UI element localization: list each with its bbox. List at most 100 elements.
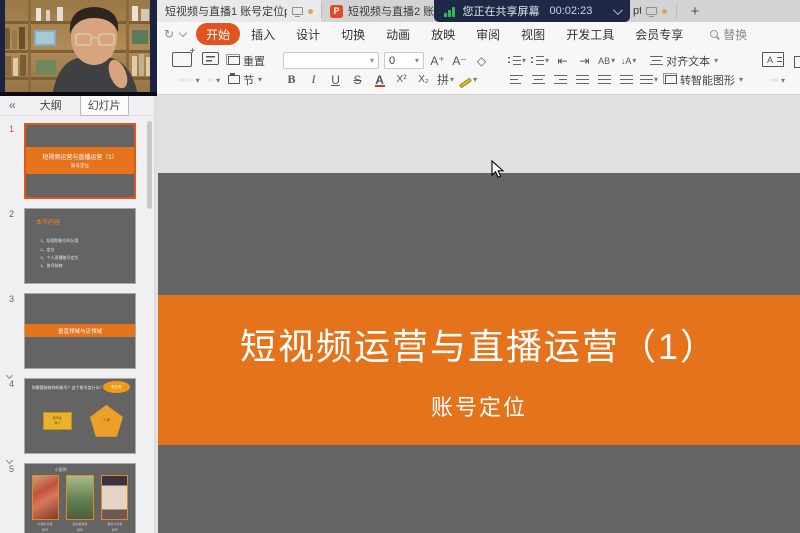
superscript-button[interactable]: X²: [393, 71, 410, 88]
ribbon-tab-slideshow[interactable]: 放映: [421, 23, 465, 45]
thumbnail-canvas[interactable]: 小案例 好物分享类账号 运动健身类账号 美妆分享类账号: [24, 463, 136, 533]
tab-slides[interactable]: 幻灯片: [80, 95, 129, 116]
align-right-button[interactable]: [552, 71, 569, 88]
subscript-button[interactable]: X₂: [415, 71, 432, 88]
mini-title: 本节内容: [36, 217, 60, 226]
italic-button[interactable]: I: [305, 71, 322, 88]
slide-thumbnail-4[interactable]: 4 你需要装修你的账号？这个账号卖什么？ 专业号 账号名 简介 人设: [24, 378, 144, 454]
monitor-icon: [292, 7, 303, 15]
search-icon: [710, 30, 718, 38]
new-tab-button[interactable]: +: [683, 0, 707, 22]
layout-icon: [202, 52, 219, 65]
slide-thumbnail-3[interactable]: 3 垂直领域与泛领域: [24, 293, 144, 369]
slide-number: 5: [9, 464, 14, 474]
section-button[interactable]: 节: [228, 72, 262, 88]
slide-thumbnail-2[interactable]: 2 本节内容 1、短视频账号的分类 2、定位 3、个人直播账号定位 4、账号装修: [24, 208, 144, 284]
font-color-button[interactable]: A: [371, 71, 388, 88]
thumbnail-canvas[interactable]: 本节内容 1、短视频账号的分类 2、定位 3、个人直播账号定位 4、账号装修: [24, 208, 136, 284]
slide-number: 4: [9, 379, 14, 389]
layout-button[interactable]: 版式: [197, 49, 224, 91]
mini-caption: 账号: [66, 528, 93, 533]
shapes-button[interactable]: 形状: [789, 49, 800, 91]
strikethrough-button[interactable]: S: [349, 71, 366, 88]
font-size-combo[interactable]: 0▾: [384, 52, 424, 69]
quick-access-chevron-icon[interactable]: [179, 29, 187, 37]
ribbon-tab-home[interactable]: 开始: [196, 23, 240, 45]
mini-caption: 账号: [101, 528, 128, 533]
wps-ppt-icon: P: [330, 5, 343, 18]
increase-spacing-button[interactable]: [618, 71, 635, 88]
thumbnail-canvas[interactable]: 你需要装修你的账号？这个账号卖什么？ 专业号 账号名 简介 人设: [24, 378, 136, 454]
webcam-video: [0, 0, 157, 96]
ribbon-tab-membership[interactable]: 会员专享: [625, 23, 693, 45]
mini-pentagon-text: 人设: [103, 418, 110, 423]
tab-outline[interactable]: 大纲: [34, 96, 68, 115]
redo-icon[interactable]: ↻: [164, 28, 174, 40]
ribbon-tab-review[interactable]: 审阅: [466, 23, 510, 45]
justify-icon: [576, 75, 589, 85]
distribute-button[interactable]: [596, 71, 613, 88]
thumbnail-canvas[interactable]: 短视频运营与直播运营（1） 账号定位: [24, 123, 136, 199]
increase-spacing-icon: [620, 75, 633, 85]
mini-title: 短视频运营与直播运营（1）: [42, 152, 117, 161]
increase-font-button[interactable]: A⁺: [429, 52, 446, 69]
font-family-combo[interactable]: ▾: [283, 52, 379, 69]
row-spacing-button[interactable]: [640, 71, 658, 88]
slide-subtitle[interactable]: 账号定位: [431, 390, 527, 422]
current-slide[interactable]: 短视频运营与直播运营（1） 账号定位: [158, 173, 800, 533]
text-box-button[interactable]: A 文本框: [757, 49, 789, 91]
increase-indent-button[interactable]: ⇥: [576, 52, 593, 69]
ribbon-tab-developer[interactable]: 开发工具: [556, 23, 624, 45]
ribbon-tab-animation[interactable]: 动画: [376, 23, 420, 45]
decrease-indent-button[interactable]: ⇤: [554, 52, 571, 69]
mini-image: [66, 475, 93, 520]
thumbnail-canvas[interactable]: 垂直领域与泛领域: [24, 293, 136, 369]
ribbon-tab-design[interactable]: 设计: [286, 23, 330, 45]
shapes-icon: [794, 52, 800, 68]
panel-header: « 大纲 幻灯片: [0, 95, 154, 116]
highlighter-button[interactable]: [459, 71, 477, 88]
reset-button[interactable]: 重置: [228, 53, 265, 69]
bullet-list-button[interactable]: [508, 52, 526, 69]
line-spacing-button[interactable]: ↓A: [620, 52, 637, 69]
smart-graphic-button[interactable]: 转智能图形: [665, 72, 743, 88]
text-direction-button[interactable]: AB: [598, 52, 615, 69]
document-tab-1[interactable]: 短视频与直播1 账号定位ppt: [157, 0, 321, 22]
align-left-button[interactable]: [508, 71, 525, 88]
screen-share-overlay[interactable]: 您正在共享屏幕 00:02:23: [434, 0, 630, 22]
align-left-icon: [510, 75, 523, 85]
mini-list-item: 2、定位: [40, 246, 78, 254]
mini-pentagon: 人设: [90, 405, 123, 437]
numbered-list-button[interactable]: [531, 52, 549, 69]
ribbon-tab-transition[interactable]: 切换: [331, 23, 375, 45]
text-box-label: 文本框: [770, 78, 779, 83]
thumbnail-scrollbar[interactable]: [147, 121, 152, 209]
ribbon-tab-insert[interactable]: 插入: [241, 23, 285, 45]
ribbon-tab-view[interactable]: 视图: [511, 23, 555, 45]
decrease-font-button[interactable]: A⁻: [451, 52, 468, 69]
new-slide-button[interactable]: 新建幻灯片: [166, 49, 197, 91]
row-spacing-icon: [640, 75, 653, 85]
underline-button[interactable]: U: [327, 71, 344, 88]
collapse-panel-button[interactable]: «: [9, 98, 16, 112]
slide-thumbnail-1[interactable]: 1 短视频运营与直播运营（1） 账号定位: [24, 123, 144, 199]
document-tab-1-title: 短视频与直播1 账号定位ppt: [165, 3, 287, 19]
find-replace-button[interactable]: 替换: [710, 26, 747, 43]
mini-list-item: 1、短视频账号的分类: [40, 237, 78, 245]
reset-label: 重置: [243, 53, 265, 69]
align-text-button[interactable]: 对齐文本: [650, 53, 718, 69]
distribute-icon: [598, 75, 611, 85]
mini-card-line: 简介: [54, 421, 60, 426]
align-center-button[interactable]: [530, 71, 547, 88]
title-banner[interactable]: 短视频运营与直播运营（1） 账号定位: [158, 295, 800, 445]
mini-speech-bubble: 专业号: [103, 381, 129, 393]
layout-label: 版式: [208, 78, 214, 83]
slide-thumbnail-5[interactable]: 5 小案例 好物分享类账号 运动健身类账号 美妆分享类账号: [24, 463, 144, 533]
clear-format-button[interactable]: ◇: [473, 52, 490, 69]
chevron-down-icon[interactable]: [613, 5, 623, 15]
phonetic-guide-button[interactable]: 拼: [437, 71, 454, 88]
justify-button[interactable]: [574, 71, 591, 88]
editing-canvas[interactable]: 短视频运营与直播运营（1） 账号定位: [155, 95, 800, 533]
bold-button[interactable]: B: [283, 71, 300, 88]
slide-title[interactable]: 短视频运营与直播运营（1）: [240, 318, 718, 370]
